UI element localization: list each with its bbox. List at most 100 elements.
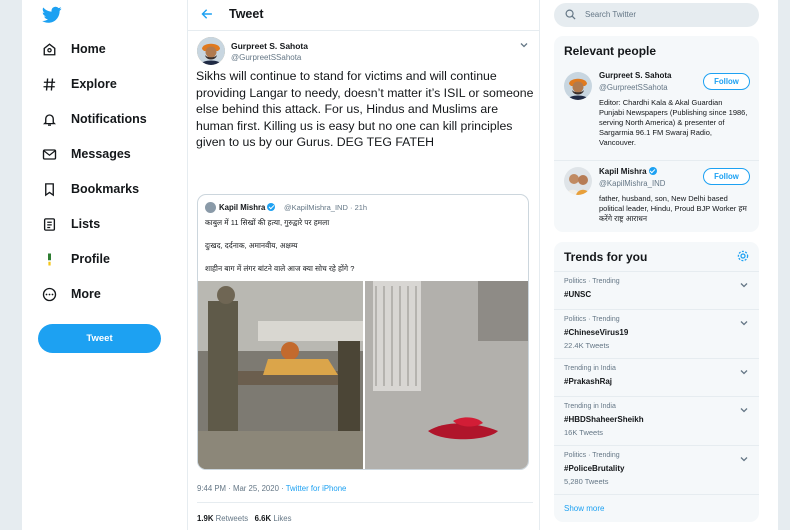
panel-title: Relevant people (564, 44, 657, 58)
nav-item-label: More (71, 287, 101, 301)
trend-count: 16K Tweets (564, 428, 604, 437)
person-handle[interactable]: @GurpreetSSahota (599, 83, 668, 92)
nav-item-messages[interactable]: Messages (42, 141, 131, 167)
verified-badge-icon (267, 203, 276, 211)
nav-item-notifications[interactable]: Notifications (42, 106, 147, 132)
nav-item-bookmarks[interactable]: Bookmarks (42, 176, 139, 202)
nav-item-label: Bookmarks (71, 182, 140, 196)
profile-icon (48, 253, 51, 265)
tweet-button[interactable]: Tweet (38, 324, 161, 353)
like-count[interactable]: 6.6K (255, 514, 271, 523)
author-photo-icon (197, 37, 225, 65)
follow-button[interactable]: Follow (703, 168, 750, 185)
trend-count: 5,280 Tweets (564, 477, 609, 486)
trend-item[interactable]: Trending in India #PrakashRaj (554, 358, 759, 396)
trend-name: #HBDShaheerSheikh (564, 415, 644, 424)
tweet-timestamp: 9:44 PM · Mar 25, 2020 · Twitter for iPh… (197, 484, 347, 493)
tweet-source-link[interactable]: Twitter for iPhone (286, 484, 347, 493)
avatar[interactable] (197, 37, 225, 65)
page-header: Tweet (188, 0, 539, 31)
quote-text-line: दुःखद, दर्दनाक, अमानवीय, अक्षम्य (205, 241, 298, 250)
person-bio: Editor: Chardhi Kala & Akal Guardian Pun… (599, 98, 748, 147)
nav-item-label: Home (71, 42, 106, 56)
quote-avatar (205, 202, 216, 213)
bell-icon (42, 113, 57, 126)
avatar[interactable] (564, 167, 592, 195)
trend-item[interactable]: Trending in India #HBDShaheerSheikh 16K … (554, 396, 759, 445)
chevron-down-icon[interactable] (739, 280, 749, 290)
nav-item-lists[interactable]: Lists (42, 211, 100, 237)
trend-context: Trending in India (564, 403, 616, 410)
trend-context: Politics · Trending (564, 452, 620, 459)
nav-item-explore[interactable]: Explore (42, 71, 117, 97)
quoted-tweet[interactable]: Kapil Mishra @KapilMishra_IND · 21h काबु… (197, 194, 529, 470)
nav-item-label: Notifications (71, 112, 147, 126)
trend-name: #ChineseVirus19 (564, 328, 629, 337)
person-photo-icon (564, 167, 592, 195)
person-handle[interactable]: @KapilMishra_IND (599, 179, 665, 188)
trend-context: Politics · Trending (564, 316, 620, 323)
person-name: Kapil Mishra (599, 167, 657, 176)
trend-item[interactable]: Politics · Trending #ChineseVirus19 22.4… (554, 309, 759, 358)
panel-title: Trends for you (564, 250, 648, 264)
trend-name: #PrakashRaj (564, 377, 613, 386)
tweet-text: Sikhs will continue to stand for victims… (196, 69, 534, 149)
page-title: Tweet (229, 7, 264, 21)
chevron-down-icon[interactable] (739, 405, 749, 415)
trend-name: #PoliceBrutality (564, 464, 625, 473)
nav-item-label: Lists (71, 217, 101, 231)
quote-text-line: काबुल में 11 सिखों की हत्या, गुरुद्वारे … (205, 218, 330, 227)
quote-author-name: Kapil Mishra (219, 203, 276, 212)
chevron-down-icon[interactable] (739, 318, 749, 328)
trend-name: #UNSC (564, 290, 592, 299)
tweet-stats: 1.9K Retweets 6.6K Likes (197, 514, 292, 523)
trend-item[interactable]: Politics · Trending #UNSC (554, 271, 759, 309)
more-icon (42, 287, 57, 301)
divider (554, 494, 759, 495)
trend-count: 22.4K Tweets (564, 341, 610, 350)
chevron-down-icon[interactable] (739, 454, 749, 464)
relevant-people-panel: Relevant people Gurpreet S. Sahota @Gurp… (554, 36, 759, 232)
person-photo-icon (564, 72, 592, 100)
home-icon (43, 42, 56, 55)
twitter-logo-icon[interactable] (42, 6, 62, 24)
search-box[interactable]: Search Twitter (554, 3, 759, 27)
search-input[interactable]: Search Twitter (585, 10, 636, 19)
search-icon (565, 9, 576, 20)
nav-item-home[interactable]: Home (42, 36, 106, 62)
nav-item-label: Profile (71, 252, 110, 266)
chevron-down-icon[interactable] (739, 367, 749, 377)
quote-photo[interactable] (198, 281, 528, 469)
trend-context: Politics · Trending (564, 278, 620, 285)
nav-item-label: Messages (71, 147, 131, 161)
trends-panel: Trends for you Politics · Trending #UNSC… (554, 242, 759, 522)
nav-item-more[interactable]: More (42, 281, 101, 307)
chevron-down-icon[interactable] (519, 40, 529, 50)
back-arrow-icon[interactable] (200, 7, 214, 21)
left-navigation: Home Explore Notifications Messages Book… (22, 0, 187, 530)
nav-item-profile[interactable]: Profile (42, 246, 110, 272)
quote-meta: @KapilMishra_IND · 21h (284, 203, 368, 212)
tweet-detail-column: Tweet Gurpreet S. Sahota @GurpreetSSahot… (187, 0, 540, 530)
follow-button[interactable]: Follow (703, 73, 750, 90)
person-name-text[interactable]: Kapil Mishra (599, 167, 647, 176)
avatar[interactable] (564, 72, 592, 100)
envelope-icon (42, 148, 57, 160)
quote-text-line: शाहीन बाग में लंगर बांटने वाले आज क्या स… (205, 264, 355, 273)
divider (197, 502, 533, 503)
bookmark-icon (45, 182, 54, 196)
settings-gear-icon[interactable] (737, 250, 749, 262)
nav-item-label: Explore (71, 77, 117, 91)
show-more-link[interactable]: Show more (564, 504, 604, 513)
divider (554, 160, 759, 161)
hashtag-icon (43, 77, 56, 91)
author-name[interactable]: Gurpreet S. Sahota (231, 41, 308, 51)
person-name[interactable]: Gurpreet S. Sahota (599, 71, 671, 80)
list-icon (43, 217, 56, 231)
person-bio: father, husband, son, New Delhi based po… (599, 194, 747, 223)
trend-context: Trending in India (564, 365, 616, 372)
verified-badge-icon (648, 167, 657, 175)
retweet-count[interactable]: 1.9K (197, 514, 213, 523)
trend-item[interactable]: Politics · Trending #PoliceBrutality 5,2… (554, 445, 759, 494)
author-handle[interactable]: @GurpreetSSahota (231, 53, 301, 62)
